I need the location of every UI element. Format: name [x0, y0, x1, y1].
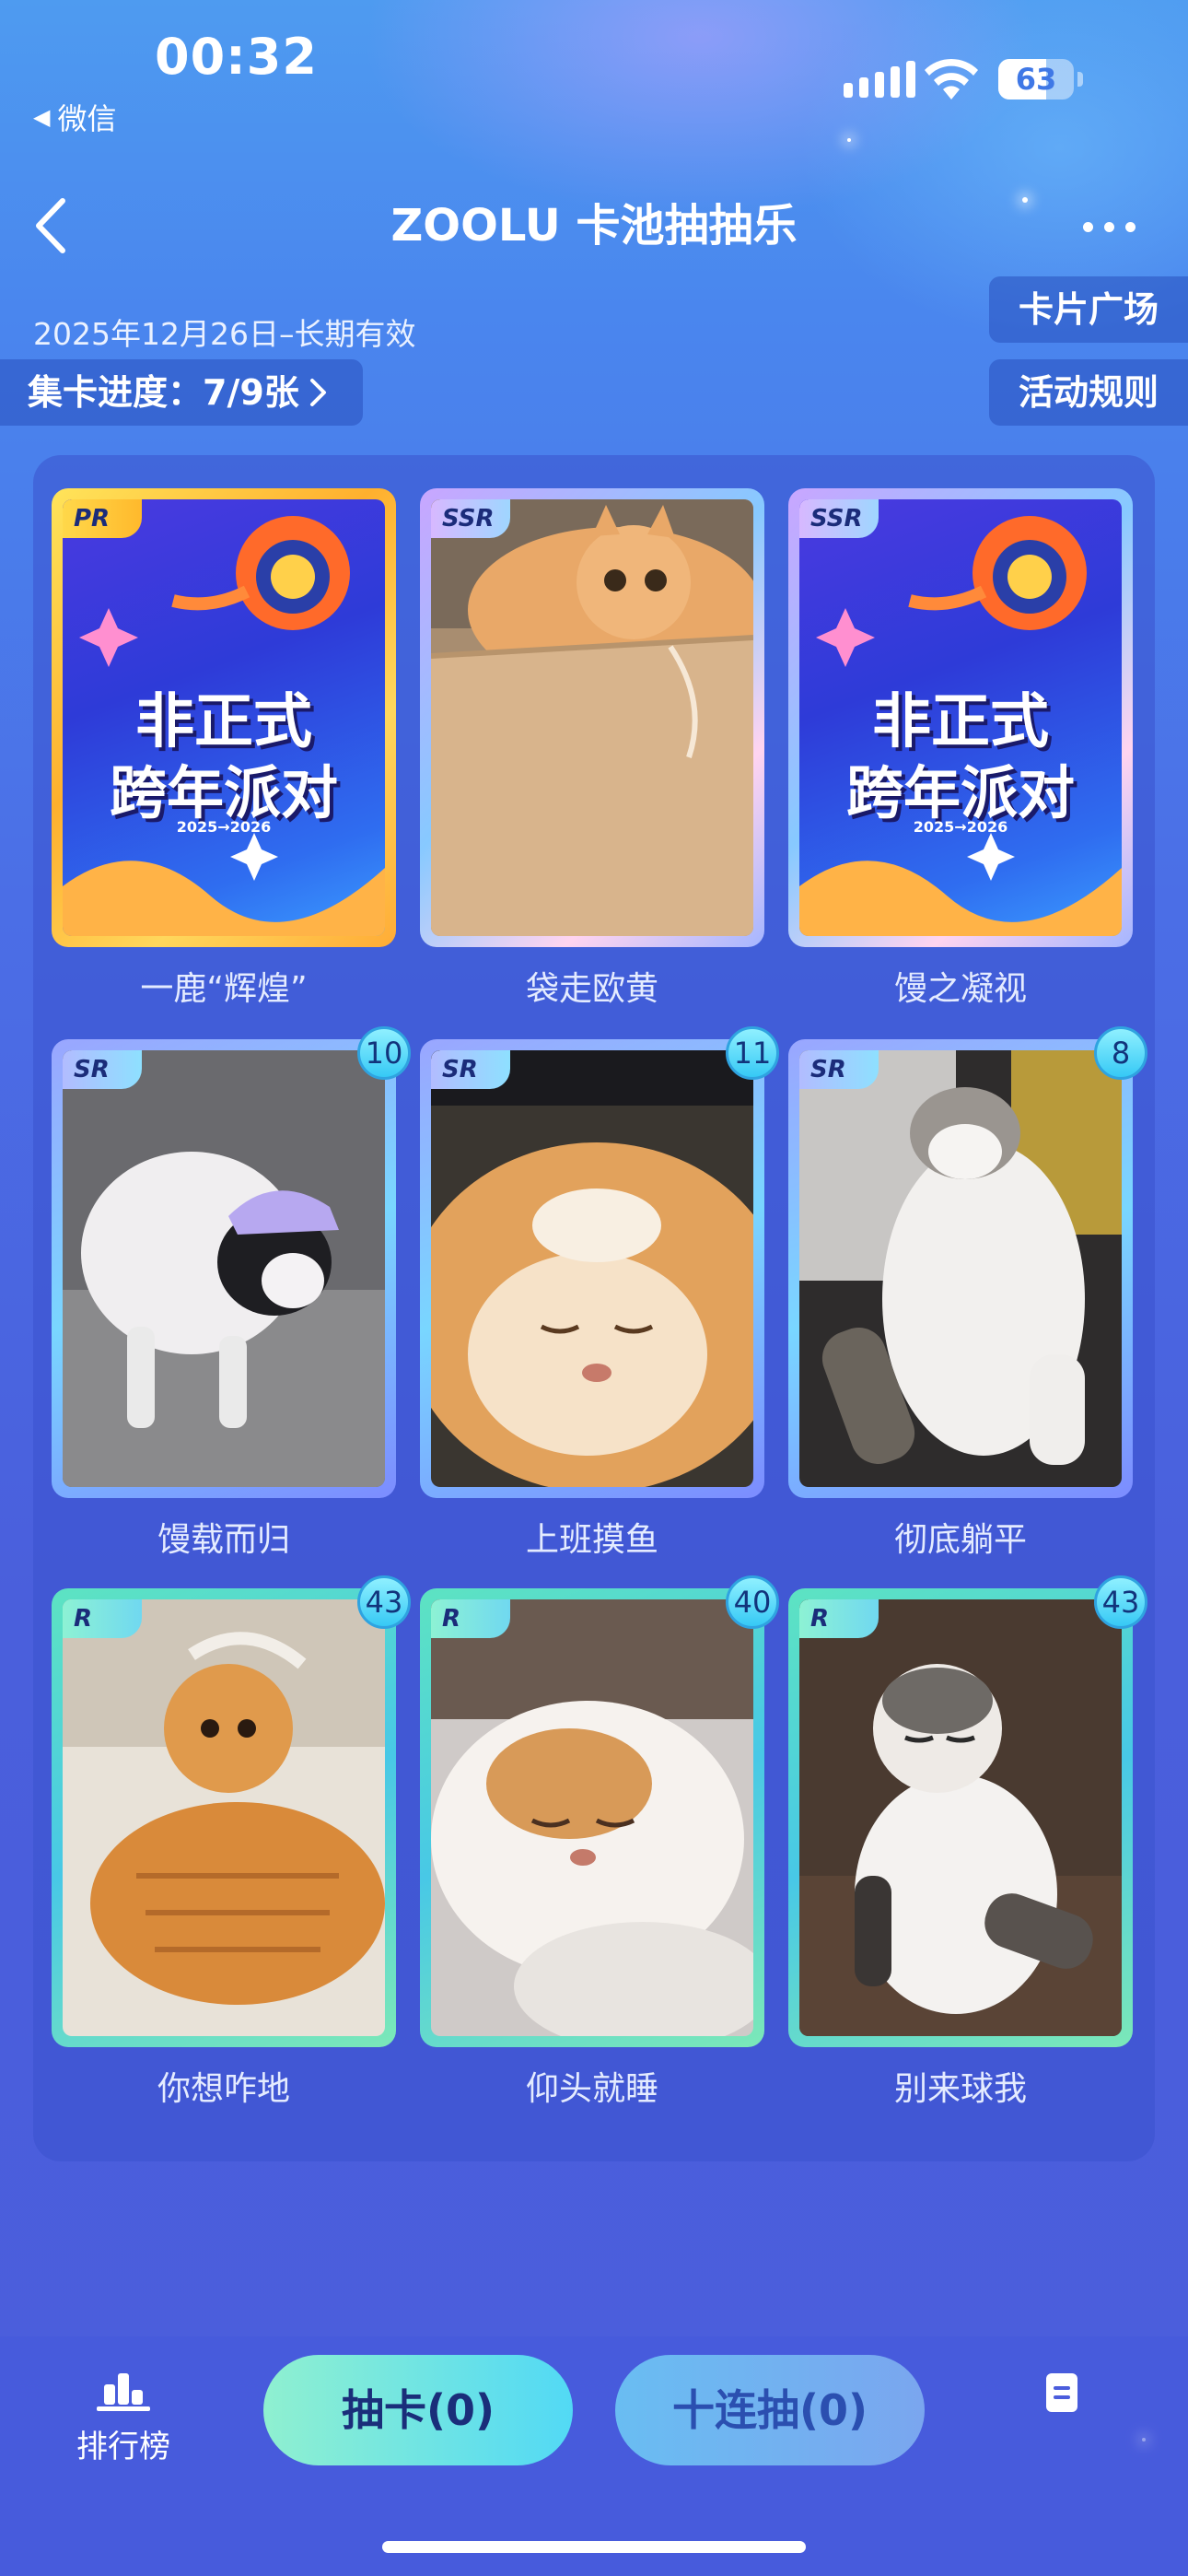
rarity-badge: SR — [63, 1050, 142, 1089]
card-art-party-poster: PR 非正式 跨年派对 2025→2026 — [63, 499, 385, 936]
poster-title-line2: 跨年派对 — [109, 759, 338, 826]
event-date-range: 2025年12月26日–长期有效 — [33, 316, 416, 352]
signal-icon — [844, 61, 915, 98]
card-name: 彻底躺平 — [893, 1521, 1027, 1559]
leaderboard-label: 排行榜 — [76, 2429, 170, 2465]
card-item[interactable]: PR 非正式 跨年派对 2025→2026 — [52, 488, 396, 947]
rarity-badge: SSR — [799, 499, 879, 538]
card-name: 你想咋地 — [157, 2070, 290, 2108]
card-name: 仰头就睡 — [525, 2070, 658, 2108]
card-item[interactable]: R — [788, 1588, 1133, 2047]
card-count-badge: 11 — [726, 1026, 779, 1080]
card-item[interactable]: SR — [52, 1039, 396, 1498]
card-item[interactable]: SR — [788, 1039, 1133, 1498]
poster-title-line2: 跨年派对 — [845, 759, 1075, 826]
card-count-badge: 43 — [1094, 1575, 1147, 1629]
rarity-badge: SR — [431, 1050, 510, 1089]
card-name: 一鹿“辉煌” — [140, 970, 308, 1008]
record-document-icon[interactable] — [1046, 2373, 1077, 2412]
more-icon[interactable] — [1083, 208, 1136, 245]
back-app-label: 微信 — [57, 101, 117, 136]
card-art-cat-sleeping-head-up: R — [431, 1599, 753, 2036]
home-indicator — [382, 2541, 806, 2553]
poster-year: 2025→2026 — [176, 818, 272, 836]
rarity-badge: R — [63, 1599, 142, 1638]
card-name: 上班摸鱼 — [525, 1521, 658, 1559]
back-triangle-icon: ◀ — [33, 104, 51, 130]
chevron-right-icon — [309, 379, 326, 406]
card-collection-panel: PR 非正式 跨年派对 2025→2026 一鹿“辉煌” SSR 袋走欧黄 SS… — [33, 455, 1155, 2161]
progress-label: 集卡进度：7/9张 — [28, 372, 299, 413]
card-count-badge: 8 — [1094, 1026, 1147, 1080]
card-art-sleeping-orange-cat: SR — [431, 1050, 753, 1487]
card-art-cat-sitting-grumpy: R — [799, 1599, 1122, 2036]
card-name: 别来球我 — [893, 2070, 1027, 2108]
rarity-badge: R — [431, 1599, 510, 1638]
page-title: ZOOLU 卡池抽抽乐 — [390, 200, 798, 252]
battery-icon: 63 — [998, 59, 1074, 100]
card-count-badge: 10 — [357, 1026, 411, 1080]
collection-progress[interactable]: 集卡进度：7/9张 — [0, 359, 363, 426]
card-count-badge: 43 — [357, 1575, 411, 1629]
card-item[interactable]: SSR — [420, 488, 764, 947]
card-art-cat-lying-belly-up: SR — [799, 1050, 1122, 1487]
battery-level: 63 — [1015, 62, 1057, 97]
activity-rules-button[interactable]: 活动规则 — [989, 359, 1188, 426]
bar-chart-icon — [97, 2373, 150, 2411]
rarity-badge: SSR — [431, 499, 510, 538]
status-time: 00:32 — [155, 28, 318, 86]
card-item[interactable]: R — [420, 1588, 764, 2047]
rarity-badge: R — [799, 1599, 879, 1638]
sparkle — [847, 138, 851, 142]
ten-draw-button[interactable]: 十连抽(0) — [615, 2355, 925, 2465]
card-name: 袋走欧黄 — [525, 970, 658, 1008]
back-to-app-link[interactable]: ◀ 微信 — [33, 96, 116, 138]
card-item[interactable]: R — [52, 1588, 396, 2047]
card-item[interactable]: SR — [420, 1039, 764, 1498]
card-name: 馒载而归 — [157, 1521, 290, 1559]
card-art-dog-with-cap: SR — [63, 1050, 385, 1487]
card-count-badge: 40 — [726, 1575, 779, 1629]
rarity-badge: SR — [799, 1050, 879, 1089]
leaderboard-button[interactable]: 排行榜 — [76, 2371, 171, 2466]
card-item[interactable]: SSR 非正式 跨年派对 2025→2026 — [788, 488, 1133, 947]
card-name: 馒之凝视 — [893, 970, 1027, 1008]
card-art-orange-tabby-on-sofa: R — [63, 1599, 385, 2036]
card-art-cat-in-paper-bag: SSR — [431, 499, 753, 936]
card-art-party-poster: SSR 非正式 跨年派对 2025→2026 — [799, 499, 1122, 936]
bottom-action-bar — [0, 2336, 1188, 2576]
card-square-button[interactable]: 卡片广场 — [989, 276, 1188, 343]
wifi-icon — [925, 58, 978, 100]
rarity-badge: PR — [63, 499, 142, 538]
poster-year: 2025→2026 — [913, 818, 1008, 836]
draw-card-button[interactable]: 抽卡(0) — [263, 2355, 573, 2465]
